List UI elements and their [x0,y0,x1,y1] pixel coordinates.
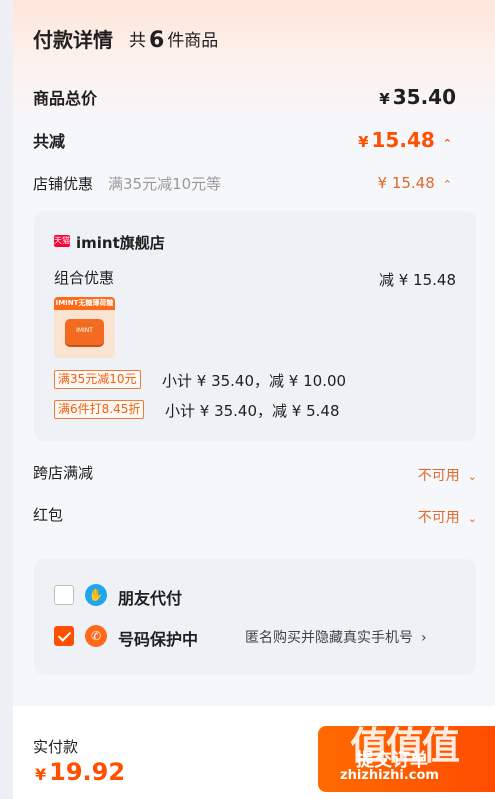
promo-subtotal: 小计 ¥ 35.40，减 ¥ 5.48 [165,402,340,420]
combo-discount-amount: 减 ¥ 15.48 [378,271,456,289]
total-currency: ¥ [379,90,390,108]
chevron-down-icon: ⌄ [467,512,477,525]
left-edge-strip [0,0,13,799]
friend-pay-checkbox[interactable] [54,585,74,605]
item-count: 共 6 件商品 [129,26,219,53]
shop-promo-value[interactable]: ¥ 15.48 ⌃ [378,174,453,192]
item-count-prefix: 共 [129,31,146,51]
chevron-right-icon: › [421,630,427,646]
product-tin-label: IMINT [76,327,93,334]
product-thumbnail[interactable]: IMINT无糖薄荷糖 IMINT [54,297,115,358]
paid-value: 19.92 [49,758,126,786]
red-packet-status[interactable]: 不可用 ⌄ [418,507,477,527]
friend-pay-label[interactable]: 朋友代付 [118,585,182,609]
shop-promo-detail: 满35元减10元等 [108,175,222,193]
chevron-up-icon: ⌃ [442,137,452,150]
product-thumb-banner: IMINT无糖薄荷糖 [54,297,115,310]
combo-discount-label: 组合优惠 [54,269,115,287]
tmall-logo-icon: 天猫 [54,235,70,247]
cross-store-status[interactable]: 不可用 ⌄ [418,465,477,485]
cross-store-label: 跨店满减 [33,464,94,482]
shop-promo-currency: ¥ [377,174,388,192]
page-title: 付款详情 [33,28,113,52]
shop-name[interactable]: imint旗舰店 [76,232,165,253]
paid-currency: ¥ [35,765,47,784]
item-count-suffix: 件商品 [167,31,219,51]
hand-heart-icon: ✋ [85,584,107,606]
number-protection-label[interactable]: 号码保护中 [118,626,198,650]
red-packet-status-text: 不可用 [417,510,460,526]
cross-store-status-text: 不可用 [417,468,460,484]
total-discount-label: 共减 [33,132,66,151]
paid-label: 实付款 [33,738,79,756]
discount-amount: 15.48 [371,128,435,152]
watermark: 值值值 [350,724,460,768]
payment-options-card: ✋ 朋友代付 ✆ 号码保护中 匿名购买并隐藏真实手机号 › [34,559,476,675]
total-amount: 35.40 [392,85,456,109]
total-price-value: ¥35.40 [379,85,456,109]
total-discount-value[interactable]: ¥15.48 ⌃ [358,128,452,152]
number-protection-hint-text: 匿名购买并隐藏真实手机号 [245,630,413,646]
promo-subtotal: 小计 ¥ 35.40，减 ¥ 10.00 [162,372,347,390]
number-protection-checkbox[interactable] [54,626,74,646]
item-count-number: 6 [149,28,165,53]
red-packet-label: 红包 [33,506,64,524]
number-protection-hint[interactable]: 匿名购买并隐藏真实手机号 › [245,627,427,647]
chevron-up-icon: ⌃ [442,178,452,191]
promo-tag: 满35元减10元 [54,370,141,389]
promo-tag: 满6件打8.45折 [54,400,145,419]
discount-currency: ¥ [358,133,369,151]
shop-promo-label: 店铺优惠 [33,175,94,193]
paid-amount: ¥19.92 [35,758,125,786]
chevron-down-icon: ⌄ [467,470,477,483]
shop-promo-amount: 15.48 [391,174,435,192]
shop-discount-card: 天猫 imint旗舰店 组合优惠 减 ¥ 15.48 IMINT无糖薄荷糖 IM… [34,211,476,441]
product-tin-image: IMINT [65,319,104,345]
shield-phone-icon: ✆ [85,625,107,647]
total-price-label: 商品总价 [33,89,98,108]
watermark-site: zhizhizhi.com [340,768,439,783]
